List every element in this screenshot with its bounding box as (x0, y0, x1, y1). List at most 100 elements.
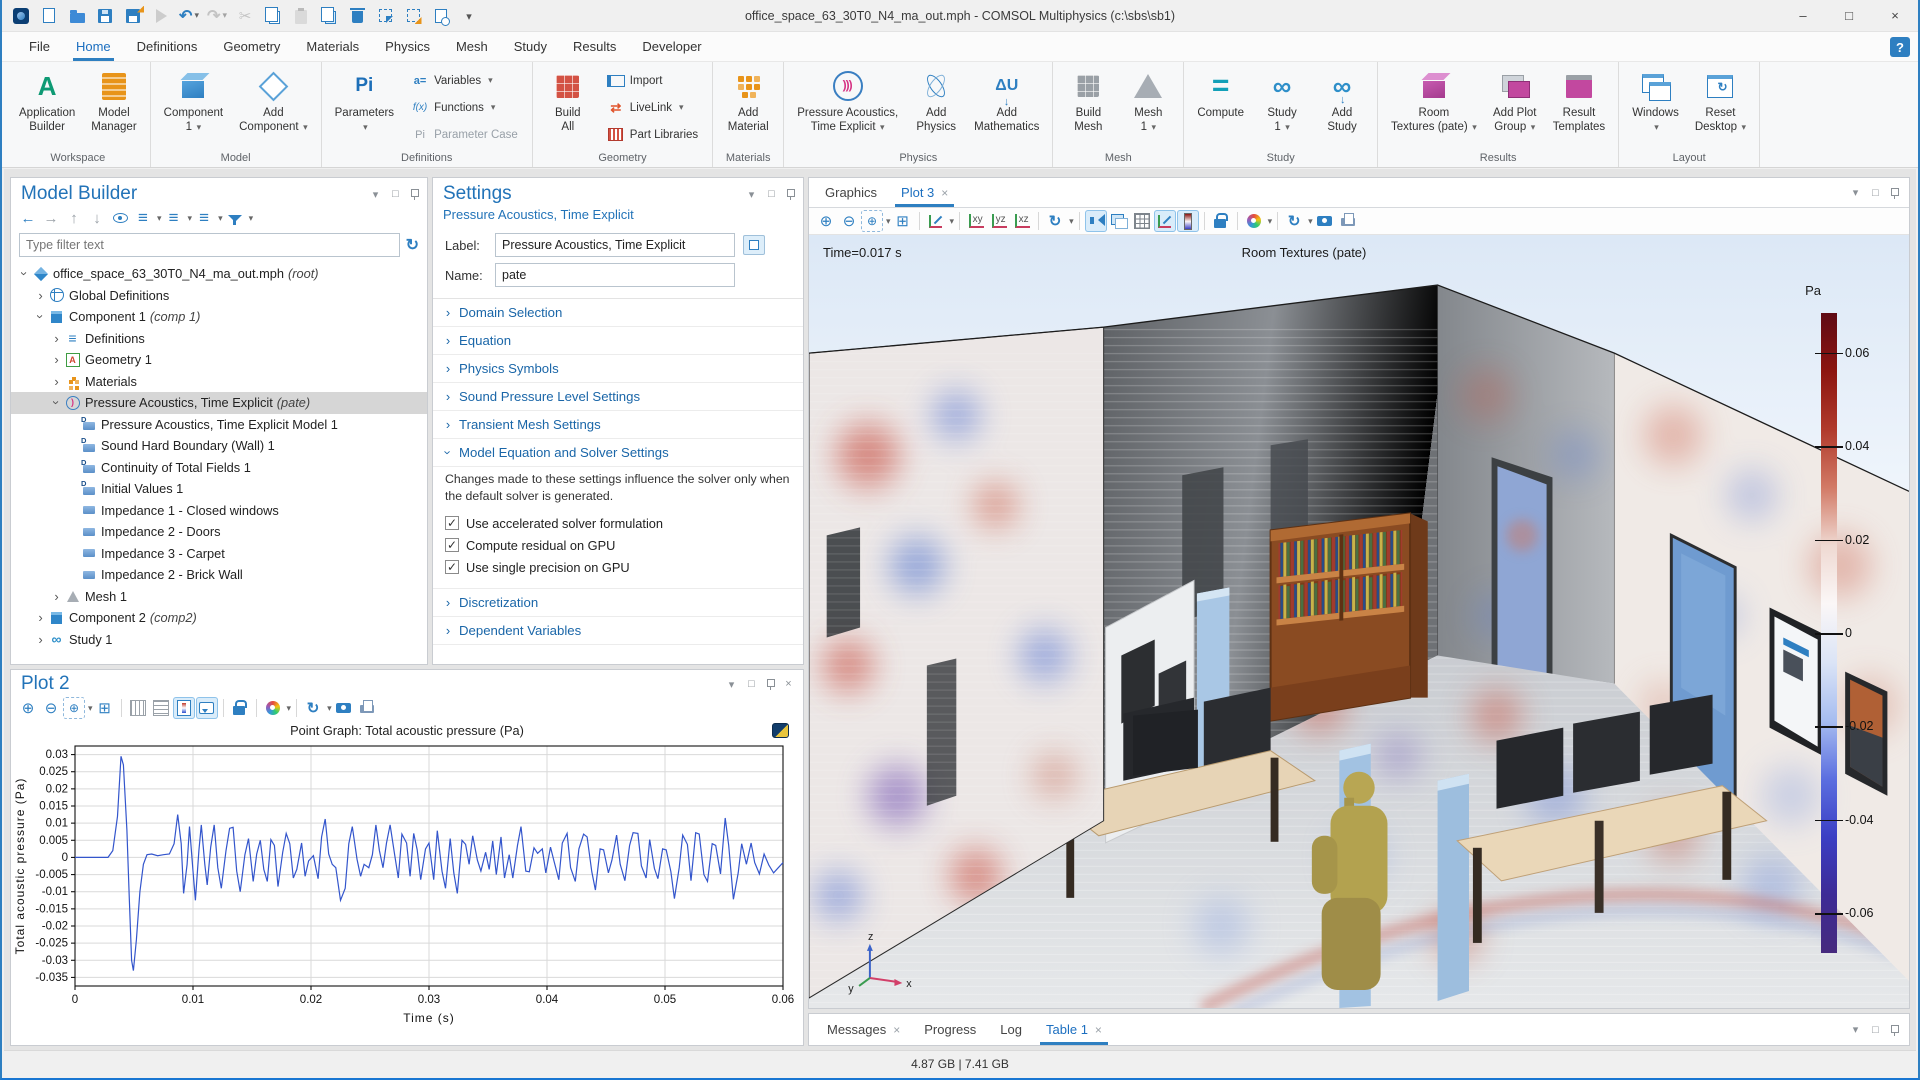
zoom-in-button[interactable] (815, 210, 837, 232)
tree-item[interactable]: Initial Values 1 (11, 478, 427, 500)
axis-limits-button[interactable] (172, 697, 195, 719)
annotations-button[interactable] (195, 697, 218, 719)
vertical-grid-button[interactable] (127, 697, 149, 719)
ribbon-add-plot-group-button[interactable]: Add Plot Group ▾ (1486, 65, 1544, 150)
grid-button[interactable] (1131, 210, 1153, 232)
tree-expand-icon[interactable]: › (49, 589, 64, 604)
minimize-button[interactable]: – (1780, 0, 1826, 32)
menu-definitions[interactable]: Definitions (124, 32, 211, 61)
ribbon-build-all-button[interactable]: Build All (539, 65, 597, 150)
ribbon-add-physics-button[interactable]: Add Physics (907, 65, 965, 150)
show-axes-button[interactable] (1153, 210, 1176, 232)
toolbar-options-button[interactable] (456, 3, 482, 29)
tab-graphics[interactable]: Graphics (813, 178, 889, 207)
section-transient-mesh-settings[interactable]: › Transient Mesh Settings (433, 411, 803, 439)
tree-expand-icon[interactable]: › (33, 288, 48, 303)
forward-button[interactable] (40, 207, 62, 229)
checkbox-row[interactable]: ✓ Compute residual on GPU (445, 534, 791, 556)
select-box-button[interactable] (372, 3, 398, 29)
ribbon-reset-desktop-button[interactable]: Reset Desktop ▾ (1688, 65, 1753, 150)
move-down-button[interactable] (86, 207, 108, 229)
clear-selection-button[interactable] (400, 3, 426, 29)
tree-filter-input[interactable] (19, 233, 400, 257)
ribbon-app-builder-button[interactable]: Application Builder (12, 65, 82, 150)
close-button[interactable]: × (1872, 0, 1918, 32)
ribbon-add-material-button[interactable]: Add Material (719, 65, 777, 150)
panel-menu-icon[interactable]: ▾ (745, 188, 758, 201)
zoom-box-button[interactable] (63, 697, 85, 719)
save-as-button[interactable] (120, 3, 146, 29)
tree-item[interactable]: Impedance 1 - Closed windows (11, 500, 427, 522)
tree-item[interactable]: Continuity of Total Fields 1 (11, 457, 427, 479)
redo-button[interactable]: ▾ (204, 3, 230, 29)
ribbon-functions-button[interactable]: Functions ▾ (407, 99, 522, 117)
panel-menu-icon[interactable]: ▾ (1849, 186, 1862, 199)
graphics-canvas[interactable]: z x y Time=0.017 s Room Textures (pate) … (809, 235, 1909, 1008)
maximize-button[interactable]: □ (1826, 0, 1872, 32)
horizontal-grid-button[interactable] (150, 697, 172, 719)
save-button[interactable] (92, 3, 118, 29)
zoom-out-button[interactable] (40, 697, 62, 719)
menu-file[interactable]: File (16, 32, 63, 61)
name-input[interactable] (495, 263, 735, 287)
menu-mesh[interactable]: Mesh (443, 32, 501, 61)
ribbon-windows-button[interactable]: Windows ▾ (1625, 65, 1686, 150)
tree-item[interactable]: › Pressure Acoustics, Time Explicit(pate) (11, 392, 427, 414)
move-up-button[interactable] (63, 207, 85, 229)
zoom-in-button[interactable] (17, 697, 39, 719)
plot-group-badge-icon[interactable] (772, 723, 789, 738)
tree-item[interactable]: › Materials (11, 371, 427, 393)
tree-item[interactable]: Pressure Acoustics, Time Explicit Model … (11, 414, 427, 436)
ribbon-compute-button[interactable]: Compute (1190, 65, 1251, 150)
zoom-out-button[interactable] (838, 210, 860, 232)
menu-developer[interactable]: Developer (629, 32, 714, 61)
expand-button[interactable] (132, 207, 154, 229)
copy-button[interactable] (260, 3, 286, 29)
rotate-button[interactable] (1044, 210, 1066, 232)
ribbon-mesh-button[interactable]: Mesh 1 ▾ (1119, 65, 1177, 150)
ribbon-study-button[interactable]: Study 1 ▾ (1253, 65, 1311, 150)
panel-float-icon[interactable]: □ (765, 188, 778, 200)
color-theme-button[interactable] (1243, 210, 1265, 232)
tree-expand-icon[interactable]: › (49, 331, 64, 346)
tree-expand-icon[interactable]: › (17, 266, 32, 281)
ribbon-parameters-button[interactable]: Parameters ▾ (328, 65, 401, 150)
paste-button[interactable] (288, 3, 314, 29)
view-xy-button[interactable] (965, 210, 987, 232)
checkbox-row[interactable]: ✓ Use single precision on GPU (445, 556, 791, 578)
section-domain-selection[interactable]: › Domain Selection (433, 299, 803, 327)
tab-progress[interactable]: Progress (912, 1014, 988, 1045)
menu-physics[interactable]: Physics (372, 32, 443, 61)
print-button[interactable] (1337, 210, 1359, 232)
tree-item[interactable]: › Geometry 1 (11, 349, 427, 371)
checkbox-icon[interactable]: ✓ (445, 560, 459, 575)
tree-expand-icon[interactable]: › (49, 395, 64, 410)
collapse-button[interactable] (163, 207, 185, 229)
tab-plot-3[interactable]: Plot 3 × (889, 178, 960, 207)
tree-item[interactable]: › Component 2 (comp2) (11, 607, 427, 629)
menu-study[interactable]: Study (501, 32, 560, 61)
camera-button[interactable] (333, 697, 355, 719)
tree-item[interactable]: › Global Definitions (11, 285, 427, 307)
menu-geometry[interactable]: Geometry (210, 32, 293, 61)
panel-menu-icon[interactable]: ▾ (1849, 1023, 1862, 1036)
update-button[interactable] (1283, 210, 1305, 232)
find-button[interactable] (428, 3, 454, 29)
cut-button[interactable] (232, 3, 258, 29)
ribbon-component-button[interactable]: Component 1 ▾ (157, 65, 230, 150)
show-button[interactable] (109, 207, 131, 229)
tree-expand-icon[interactable]: › (33, 309, 48, 324)
app-logo-button[interactable] (8, 3, 34, 29)
ribbon-add-math-button[interactable]: Add Mathematics (967, 65, 1046, 150)
node-text-button[interactable] (193, 207, 215, 229)
duplicate-button[interactable] (316, 3, 342, 29)
run-button[interactable] (148, 3, 174, 29)
panel-float-icon[interactable]: □ (389, 188, 402, 200)
panel-float-icon[interactable]: □ (745, 678, 758, 690)
panel-pin-icon[interactable] (765, 678, 775, 690)
ribbon-livelink-button[interactable]: LiveLink ▾ (603, 99, 702, 117)
ribbon-add-component-button[interactable]: Add Component ▾ (232, 65, 315, 150)
checkbox-icon[interactable]: ✓ (445, 538, 459, 553)
section-model-equation-and-solver-settings[interactable]: › Model Equation and Solver Settings (433, 439, 803, 467)
tab-close-icon[interactable]: × (941, 186, 948, 200)
